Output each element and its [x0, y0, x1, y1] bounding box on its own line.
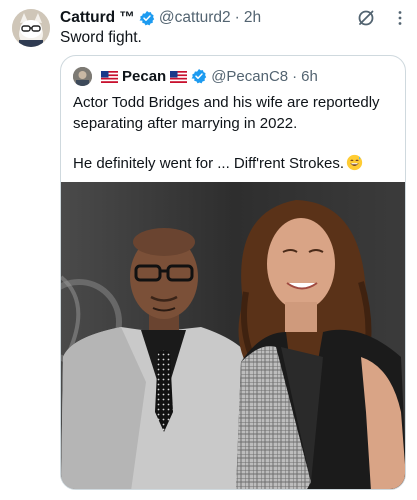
verified-badge-icon [191, 68, 207, 84]
separator-dot: · [292, 67, 298, 85]
quoted-avatar[interactable] [73, 66, 92, 86]
more-icon[interactable] [392, 10, 408, 26]
grinning-sweat-emoji [346, 154, 363, 171]
separator-dot: · [234, 9, 240, 26]
quoted-timestamp[interactable]: 6h [301, 68, 318, 85]
tweet-photo[interactable] [61, 182, 405, 489]
quoted-paragraph-2: He definitely went for ... Diff'rent Str… [73, 153, 397, 174]
grok-icon[interactable] [356, 8, 376, 28]
timestamp[interactable]: 2h [244, 9, 261, 27]
quoted-tweet-header: Pecan @PecanC8 · 6h [73, 66, 318, 86]
quoted-tweet[interactable]: Pecan @PecanC8 · 6h Actor Todd Bridges a… [60, 55, 406, 490]
us-flag-icon [101, 70, 118, 83]
tweet[interactable]: Catturd ™ @catturd2 · 2h Sword fight. Pe… [0, 0, 417, 500]
verified-badge-icon [139, 10, 155, 26]
tweet-header: Catturd ™ @catturd2 · 2h [60, 7, 261, 29]
avatar[interactable] [12, 9, 50, 47]
tweet-text: Sword fight. [60, 29, 142, 46]
author-name[interactable]: Catturd ™ [60, 9, 135, 27]
quoted-paragraph-2-text: He definitely went for ... Diff'rent Str… [73, 155, 345, 172]
author-handle[interactable]: @catturd2 [159, 9, 231, 27]
quoted-author-handle[interactable]: @PecanC8 [211, 68, 288, 85]
quoted-tweet-text: Actor Todd Bridges and his wife are repo… [73, 92, 397, 193]
us-flag-icon [170, 70, 188, 83]
quoted-paragraph-1: Actor Todd Bridges and his wife are repo… [73, 94, 380, 132]
quoted-author-name[interactable]: Pecan [122, 68, 166, 85]
